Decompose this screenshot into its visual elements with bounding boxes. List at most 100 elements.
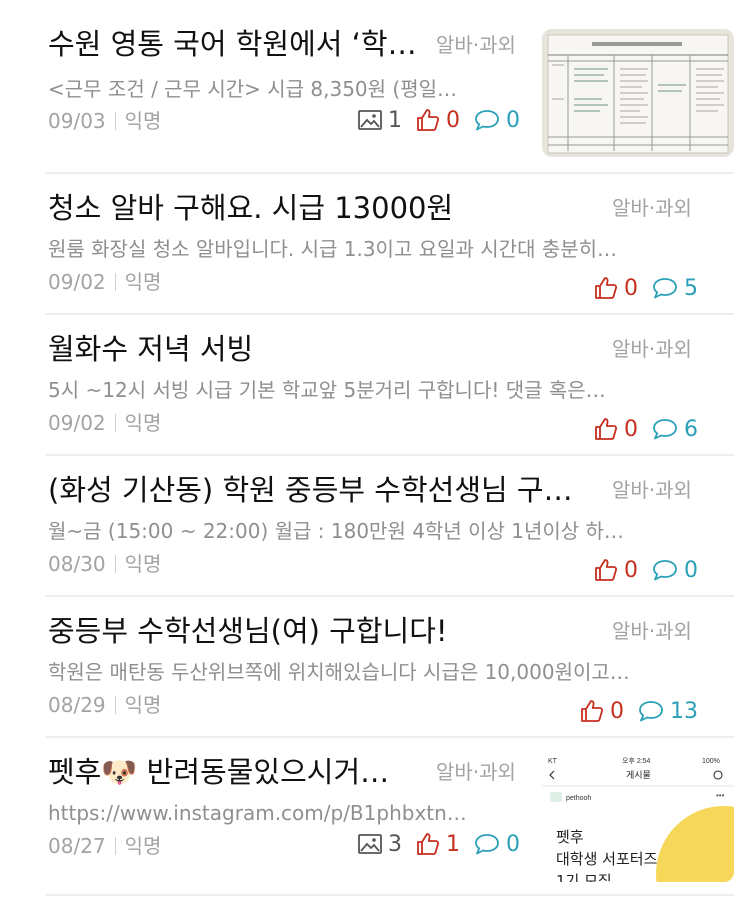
post-meta: 08/29 익명	[48, 690, 161, 720]
post-title[interactable]: (화성 기산동) 학원 중등부 수학선생님 구…	[48, 468, 588, 512]
post-category: 알바·과외	[612, 619, 692, 643]
post-category: 알바·과외	[612, 337, 692, 361]
promo-headline-1: 펫후	[556, 828, 584, 846]
comment-count-value: 0	[506, 831, 520, 857]
post-row[interactable]: 수원 영통 국어 학원에서 ‘학… 알바·과외 <근무 조건 / 근무 시간> …	[0, 0, 750, 172]
post-stats: 3 1 0	[344, 828, 520, 860]
post-stats: 0 13	[566, 695, 698, 727]
post-author: 익명	[124, 552, 162, 576]
like-count-value: 1	[446, 831, 460, 857]
comment-bubble-icon	[653, 560, 677, 581]
post-title[interactable]: 수원 영통 국어 학원에서 ‘학…	[48, 22, 424, 66]
post-row[interactable]: 월화수 저녁 서빙 알바·과외 5시 ~12시 서빙 시급 기본 학교앞 5분거…	[0, 313, 750, 454]
comment-count-value: 6	[684, 416, 698, 442]
post-author: 익명	[124, 693, 162, 717]
post-date: 09/03	[48, 109, 106, 133]
post-row[interactable]: 청소 알바 구해요. 시급 13000원 알바·과외 원룸 화장실 청소 알바입…	[0, 172, 750, 313]
account-name: pethooh	[566, 795, 591, 802]
post-stats: 0 5	[580, 272, 698, 304]
post-title[interactable]: 월화수 저녁 서빙	[48, 327, 588, 371]
like-count-value: 0	[610, 698, 624, 724]
post-row[interactable]: (화성 기산동) 학원 중등부 수학선생님 구… 알바·과외 월~금 (15:0…	[0, 454, 750, 595]
comment-count-value: 0	[506, 107, 520, 133]
image-count-value: 3	[388, 831, 402, 857]
post-title[interactable]: 중등부 수학선생님(여) 구합니다!	[48, 609, 588, 653]
thumbs-up-icon	[595, 418, 618, 440]
post-author: 익명	[124, 109, 162, 133]
comment-count-value: 5	[684, 275, 698, 301]
thumbs-up-icon	[417, 833, 440, 855]
post-author: 익명	[124, 834, 162, 858]
comment-count: 6	[652, 417, 698, 442]
post-author: 익명	[124, 411, 162, 435]
account-logo	[550, 792, 562, 802]
like-count: 1	[416, 832, 460, 857]
post-meta: 09/03 익명	[48, 106, 161, 136]
comment-bubble-icon	[653, 419, 677, 440]
post-preview: <근무 조건 / 근무 시간> 시급 8,350원 (평일…	[48, 77, 458, 101]
comment-count: 0	[474, 108, 520, 133]
post-preview: 월~금 (15:00 ~ 22:00) 월급 : 180만원 4학년 이상 1년…	[48, 519, 624, 543]
thumbs-up-icon	[595, 277, 618, 299]
post-stats: 1 0 0	[344, 104, 520, 136]
post-row[interactable]: 펫후🐶 반려동물있으시거… 알바·과외 https://www.instagra…	[0, 736, 750, 899]
comment-count-value: 0	[684, 557, 698, 583]
post-title[interactable]: 청소 알바 구해요. 시급 13000원	[48, 186, 588, 230]
post-row[interactable]: 중등부 수학선생님(여) 구합니다! 알바·과외 학원은 매탄동 두산위브쪽에 …	[0, 595, 750, 736]
image-count: 1	[358, 108, 402, 133]
image-icon	[358, 834, 382, 854]
like-count: 0	[580, 699, 624, 724]
meta-divider	[114, 273, 116, 291]
screen-header-title: 게시물	[626, 770, 651, 781]
row-divider	[45, 894, 734, 896]
promo-headline-2: 대학생 서포터즈	[556, 850, 658, 868]
post-category: 알바·과외	[436, 33, 516, 57]
meta-divider	[114, 555, 116, 573]
promo-headline-3: 1기 모집	[556, 872, 612, 882]
like-count-value: 0	[624, 416, 638, 442]
thumbs-up-icon	[595, 559, 618, 581]
meta-divider	[114, 112, 116, 130]
thumbs-up-icon	[581, 700, 604, 722]
post-list: 수원 영통 국어 학원에서 ‘학… 알바·과외 <근무 조건 / 근무 시간> …	[0, 0, 750, 899]
like-count: 0	[594, 276, 638, 301]
status-battery: 100%	[702, 758, 720, 765]
post-category: 알바·과외	[612, 196, 692, 220]
status-carrier: KT	[548, 758, 558, 765]
post-thumbnail[interactable]: KT 오후 2:54 100% 게시물 pethooh ••• 펫후 대학생 서…	[542, 754, 734, 882]
post-title[interactable]: 펫후🐶 반려동물있으시거…	[48, 750, 424, 794]
post-stats: 0 6	[580, 413, 698, 445]
like-count: 0	[416, 108, 460, 133]
more-icon: •••	[716, 791, 725, 800]
post-date: 09/02	[48, 411, 106, 435]
post-thumbnail[interactable]	[542, 29, 734, 157]
meta-divider	[114, 696, 116, 714]
comment-bubble-icon	[475, 110, 499, 131]
post-date: 09/02	[48, 270, 106, 294]
post-preview: 5시 ~12시 서빙 시급 기본 학교앞 5분거리 구합니다! 댓글 혹은…	[48, 378, 606, 402]
like-count-value: 0	[624, 557, 638, 583]
post-author: 익명	[124, 270, 162, 294]
comment-count: 13	[638, 699, 698, 724]
post-category: 알바·과외	[436, 760, 516, 784]
post-meta: 08/30 익명	[48, 549, 161, 579]
comment-count-value: 13	[670, 698, 698, 724]
post-preview: 학원은 매탄동 두산위브쪽에 위치해있습니다 시급은 10,000원이고…	[48, 660, 630, 684]
post-preview: https://www.instagram.com/p/B1phbxtn…	[48, 801, 467, 825]
post-date: 08/30	[48, 552, 106, 576]
image-count: 3	[358, 832, 402, 857]
like-count-value: 0	[446, 107, 460, 133]
image-icon	[358, 110, 382, 130]
phone-screenshot-image: KT 오후 2:54 100% 게시물 pethooh ••• 펫후 대학생 서…	[542, 754, 734, 882]
comment-bubble-icon	[475, 834, 499, 855]
thumbs-up-icon	[417, 109, 440, 131]
post-meta: 09/02 익명	[48, 267, 161, 297]
post-date: 08/29	[48, 693, 106, 717]
post-stats: 0 0	[580, 554, 698, 586]
document-table-image	[542, 29, 734, 157]
meta-divider	[114, 837, 116, 855]
comment-bubble-icon	[639, 701, 663, 722]
post-date: 08/27	[48, 834, 106, 858]
like-count: 0	[594, 417, 638, 442]
comment-bubble-icon	[653, 278, 677, 299]
